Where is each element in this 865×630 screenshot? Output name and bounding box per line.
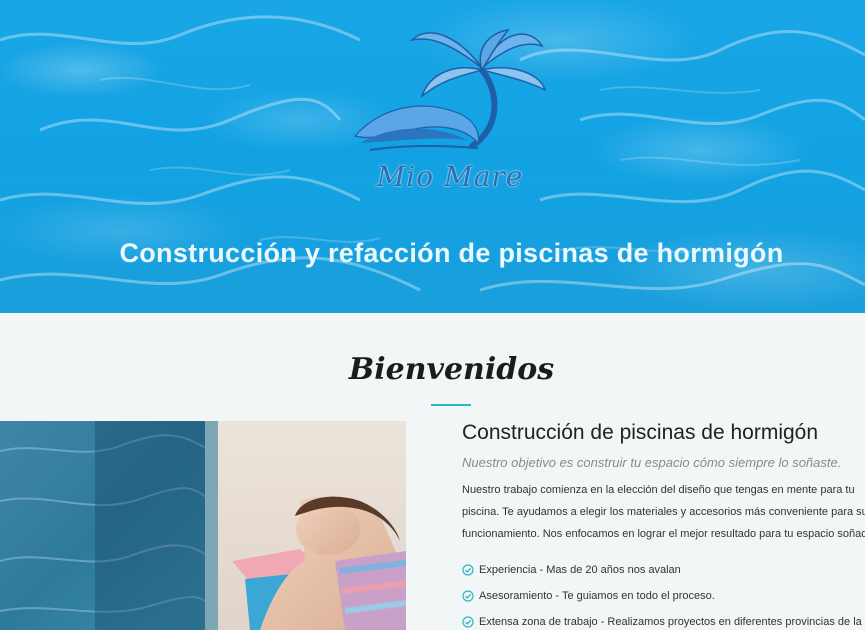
features-list: Experiencia - Mas de 20 años nos avalan … <box>462 557 865 630</box>
section-title: Construcción de piscinas de hormigón <box>462 421 819 444</box>
content-section: Construcción de piscinas de hormigón Nue… <box>462 421 865 630</box>
description-paragraph: Nuestro trabajo comienza en la elección … <box>462 479 865 545</box>
list-item: Asesoramiento - Te guiamos en todo el pr… <box>462 583 865 609</box>
welcome-heading: Bienvenidos <box>348 352 555 387</box>
list-item: Experiencia - Mas de 20 años nos avalan <box>462 557 865 583</box>
feature-label: Experiencia - Mas de 20 años nos avalan <box>479 564 681 576</box>
hero-banner: Mio Mare Construcción y refacción de pis… <box>0 0 865 313</box>
paragraph-line: Nuestro trabajo comienza en la elección … <box>462 484 855 496</box>
hero-title: Construcción y refacción de piscinas de … <box>119 238 784 268</box>
check-circle-icon <box>462 616 474 628</box>
feature-label: Asesoramiento - Te guiamos en todo el pr… <box>479 590 715 602</box>
pool-woman-photo <box>0 421 406 630</box>
heading-divider <box>431 404 471 406</box>
check-circle-icon <box>462 590 474 602</box>
check-circle-icon <box>462 564 474 576</box>
feature-label: Extensa zona de trabajo - Realizamos pro… <box>479 616 862 628</box>
list-item: Extensa zona de trabajo - Realizamos pro… <box>462 609 865 630</box>
section-subtitle: Nuestro objetivo es construir tu espacio… <box>462 455 842 470</box>
brand-name: Mio Mare <box>376 160 524 193</box>
paragraph-line: funcionamiento. Nos enfocamos en lograr … <box>462 528 865 540</box>
paragraph-line: piscina. Te ayudamos a elegir los materi… <box>462 506 865 518</box>
